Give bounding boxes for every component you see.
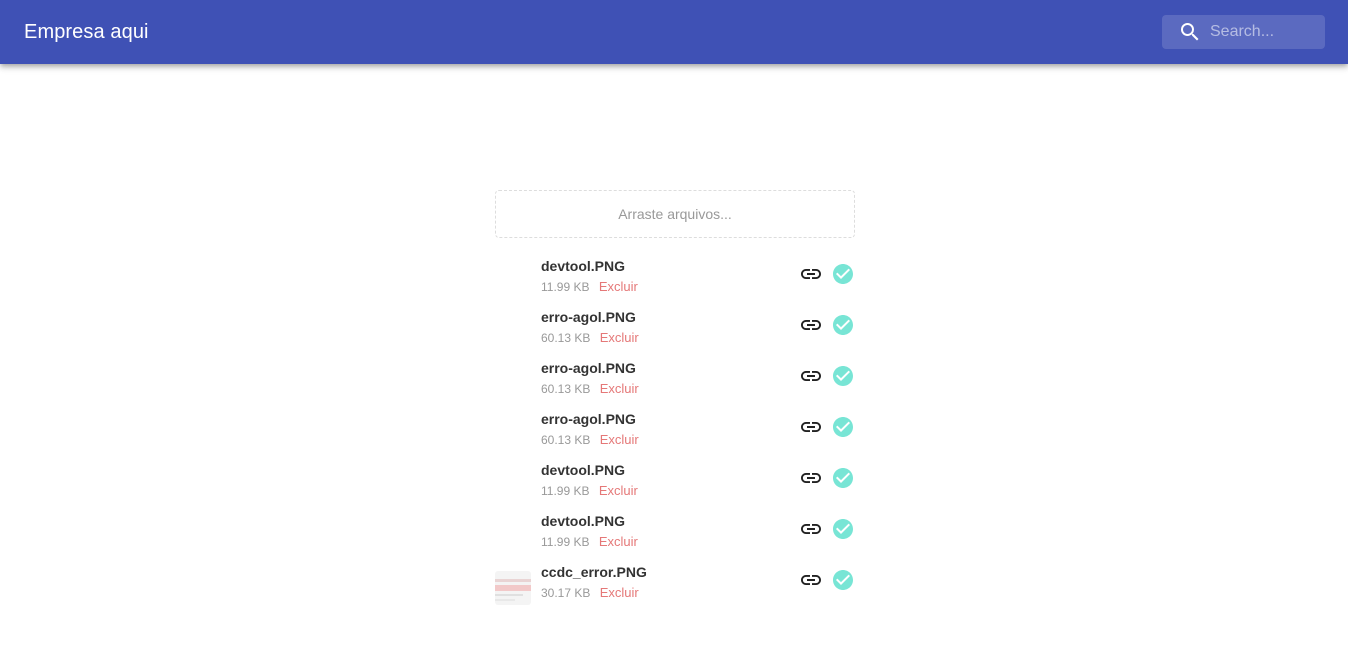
file-dropzone[interactable]: Arraste arquivos... <box>495 190 855 238</box>
file-size: 11.99 KB <box>541 484 590 498</box>
check-circle-icon <box>831 568 855 592</box>
file-item: devtool.PNG 11.99 KB Excluir <box>495 503 855 554</box>
file-meta: 11.99 KB Excluir <box>541 483 638 498</box>
delete-button[interactable]: Excluir <box>599 483 638 498</box>
delete-button[interactable]: Excluir <box>600 330 639 345</box>
file-thumbnail <box>495 571 531 605</box>
link-icon[interactable] <box>799 517 823 541</box>
file-name: erro-agol.PNG <box>541 360 636 376</box>
file-size: 30.17 KB <box>541 586 591 600</box>
file-item: devtool.PNG 11.99 KB Excluir <box>495 452 855 503</box>
file-thumbnail <box>495 520 531 554</box>
file-item: erro-agol.PNG 60.13 KB Excluir <box>495 350 855 401</box>
link-icon[interactable] <box>799 313 823 337</box>
file-size: 60.13 KB <box>541 331 591 345</box>
file-thumbnail <box>495 418 531 452</box>
file-name: devtool.PNG <box>541 462 626 478</box>
file-name: devtool.PNG <box>541 258 626 274</box>
file-thumbnail <box>495 265 531 299</box>
check-circle-icon <box>831 313 855 337</box>
file-meta: 30.17 KB Excluir <box>541 585 639 600</box>
link-icon[interactable] <box>799 568 823 592</box>
check-circle-icon <box>831 262 855 286</box>
file-thumbnail <box>495 316 531 350</box>
delete-button[interactable]: Excluir <box>600 585 639 600</box>
app-title: Empresa aqui <box>24 21 149 43</box>
file-meta: 11.99 KB Excluir <box>541 534 638 549</box>
check-circle-icon <box>831 415 855 439</box>
file-meta: 60.13 KB Excluir <box>541 381 639 396</box>
file-name: devtool.PNG <box>541 513 626 529</box>
file-item: ccdc_error.PNG 30.17 KB Excluir <box>495 554 855 605</box>
search-box[interactable] <box>1162 15 1325 49</box>
file-thumbnail <box>495 367 531 401</box>
delete-button[interactable]: Excluir <box>600 381 639 396</box>
file-list: devtool.PNG 11.99 KB Excluir erro-agol.P… <box>495 248 855 605</box>
file-meta: 11.99 KB Excluir <box>541 279 638 294</box>
file-thumbnail <box>495 469 531 503</box>
link-icon[interactable] <box>799 262 823 286</box>
delete-button[interactable]: Excluir <box>600 432 639 447</box>
file-item: erro-agol.PNG 60.13 KB Excluir <box>495 401 855 452</box>
file-item: devtool.PNG 11.99 KB Excluir <box>495 248 855 299</box>
app-bar: Empresa aqui <box>0 0 1348 64</box>
link-icon[interactable] <box>799 466 823 490</box>
delete-button[interactable]: Excluir <box>599 279 638 294</box>
file-meta: 60.13 KB Excluir <box>541 432 639 447</box>
file-name: erro-agol.PNG <box>541 309 636 325</box>
file-meta: 60.13 KB Excluir <box>541 330 639 345</box>
link-icon[interactable] <box>799 415 823 439</box>
file-name: erro-agol.PNG <box>541 411 636 427</box>
file-size: 60.13 KB <box>541 433 591 447</box>
link-icon[interactable] <box>799 364 823 388</box>
delete-button[interactable]: Excluir <box>599 534 638 549</box>
check-circle-icon <box>831 466 855 490</box>
file-size: 11.99 KB <box>541 280 590 294</box>
file-name: ccdc_error.PNG <box>541 564 647 580</box>
file-size: 11.99 KB <box>541 535 590 549</box>
check-circle-icon <box>831 517 855 541</box>
file-item: erro-agol.PNG 60.13 KB Excluir <box>495 299 855 350</box>
search-icon <box>1178 20 1202 44</box>
check-circle-icon <box>831 364 855 388</box>
file-size: 60.13 KB <box>541 382 591 396</box>
search-input[interactable] <box>1210 15 1320 49</box>
